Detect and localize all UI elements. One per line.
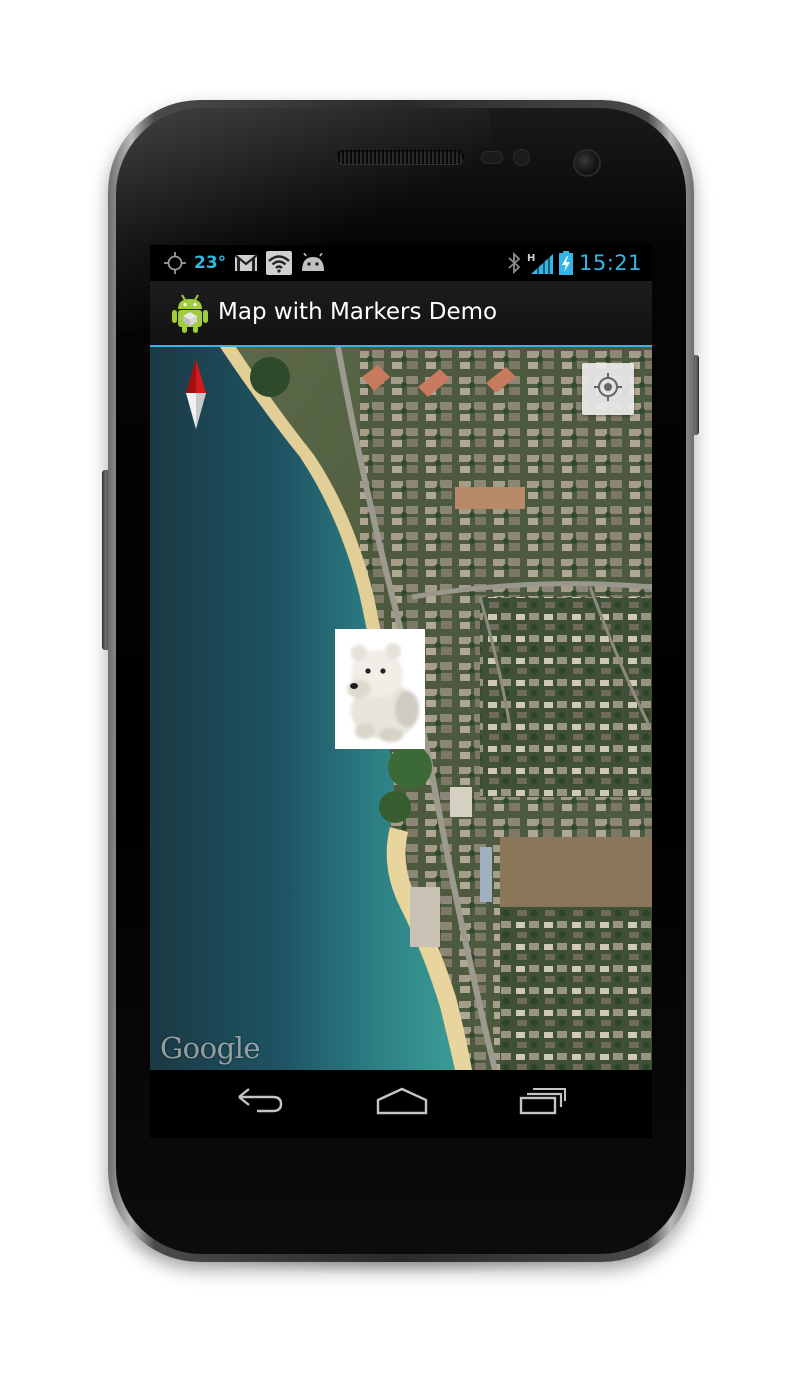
- battery-icon: [558, 251, 573, 275]
- recent-apps-button[interactable]: [512, 1088, 572, 1118]
- home-icon: [375, 1087, 429, 1119]
- home-button[interactable]: [372, 1087, 432, 1119]
- device-screen: 23° H 15:21 Map with Markers Demo Google: [150, 245, 652, 1138]
- android-icon: [300, 253, 326, 273]
- front-camera: [575, 151, 599, 175]
- recent-apps-icon: [517, 1087, 567, 1119]
- bluetooth-icon: [507, 252, 521, 274]
- navigation-bar: [150, 1070, 652, 1138]
- wifi-notification-icon: [266, 251, 293, 275]
- temperature-text: 23°: [194, 253, 227, 273]
- gps-icon: [164, 252, 186, 274]
- back-icon: [235, 1087, 285, 1119]
- compass-icon[interactable]: [176, 357, 216, 431]
- my-location-button[interactable]: [582, 363, 634, 415]
- earpiece-speaker: [336, 150, 464, 164]
- back-button[interactable]: [230, 1088, 290, 1118]
- light-sensor: [514, 150, 529, 165]
- clock-text: 15:21: [578, 251, 642, 275]
- polar-bear-marker[interactable]: [335, 629, 425, 749]
- google-logo: Google: [160, 1031, 261, 1065]
- status-bar: 23° H 15:21: [150, 245, 652, 281]
- signal-icon: H: [527, 252, 553, 274]
- map-view[interactable]: Google: [150, 347, 652, 1070]
- android-app-icon[interactable]: [170, 292, 210, 334]
- network-type-text: H: [527, 253, 535, 264]
- page-title: Map with Markers Demo: [218, 299, 498, 325]
- gmail-icon: [234, 254, 258, 272]
- my-location-icon: [593, 372, 623, 406]
- action-bar: Map with Markers Demo: [150, 281, 652, 347]
- proximity-sensor: [482, 152, 502, 163]
